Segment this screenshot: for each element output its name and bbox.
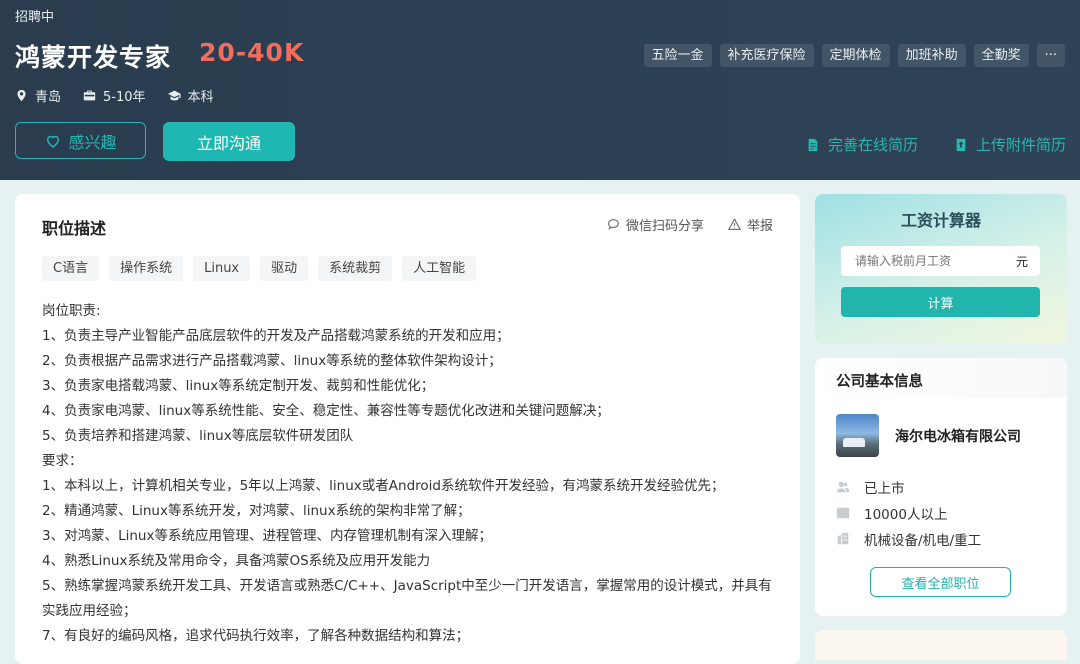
city-text: 青岛	[35, 90, 62, 105]
company-logo[interactable]	[836, 414, 879, 457]
document-icon	[808, 138, 818, 151]
people-icon	[836, 481, 850, 493]
next-sidebar-card	[815, 630, 1067, 660]
job-meta: 青岛 5-10年 本科	[15, 86, 214, 105]
meta-city: 青岛	[15, 86, 61, 105]
description-line: 7、有良好的编码风格，追求代码执行效率，了解各种数据结构和算法；	[42, 628, 470, 644]
building-icon	[837, 532, 849, 545]
salary-calculator-title: 工资计算器	[900, 211, 981, 230]
heart-icon	[47, 135, 60, 148]
interest-label: 感兴趣	[68, 132, 117, 152]
complete-online-resume-label: 完善在线简历	[827, 136, 918, 154]
company-size-row: 10000人以上	[836, 500, 981, 526]
company-industry: 机械设备/机电/重工	[864, 533, 982, 549]
company-size: 10000人以上	[864, 507, 948, 523]
skill-tag: Linux	[193, 256, 251, 281]
company-stage: 已上市	[864, 481, 905, 497]
resume-links: 完善在线简历 上传附件简历	[806, 134, 1066, 155]
wechat-share-button[interactable]: 微信扫码分享	[607, 215, 704, 234]
calculate-button[interactable]: 计算	[841, 287, 1040, 317]
pretax-salary-input[interactable]	[853, 253, 1007, 269]
view-all-jobs-button[interactable]: 查看全部职位	[870, 567, 1011, 597]
report-button[interactable]: 举报	[727, 215, 773, 234]
description-line: 1、负责主导产业智能产品底层软件的开发及产品搭载鸿蒙系统的开发和应用；	[42, 328, 510, 344]
experience-text: 5-10年	[103, 90, 146, 105]
card-actions: 微信扫码分享 举报	[607, 215, 773, 234]
description-line: 3、对鸿蒙、Linux等系统应用管理、进程管理、内存管理机制有深入理解；	[42, 528, 492, 544]
location-pin-icon	[17, 89, 26, 102]
description-line: 1、本科以上，计算机相关专业，5年以上鸿蒙、linux或者Android系统软件…	[42, 478, 725, 494]
wechat-share-label: 微信扫码分享	[625, 219, 704, 234]
description-line: 要求：	[42, 453, 83, 469]
description-line: 2、精通鸿蒙、Linux等系统开发，对鸿蒙、linux系统的架构非常了解；	[42, 503, 471, 519]
benefit-tag: 五险一金	[643, 44, 712, 67]
description-line: 3、负责家电搭载鸿蒙、linux等系统定制开发、裁剪和性能优化；	[42, 378, 435, 394]
briefcase-icon	[83, 90, 96, 101]
company-name[interactable]: 海尔电冰箱有限公司	[895, 426, 1021, 446]
currency-unit: 元	[1015, 254, 1028, 269]
meta-education: 本科	[167, 86, 214, 105]
company-info-card: 公司基本信息 海尔电冰箱有限公司 已上市 10000人以上 机械设备/机电/重工…	[815, 358, 1067, 616]
chat-bubble-icon	[607, 219, 619, 230]
skill-tag: 操作系统	[109, 256, 184, 281]
upload-file-icon	[956, 138, 966, 151]
job-header: 招聘中 鸿蒙开发专家 20-40K 青岛 5-10年 本科 五险一金 补充医疗保…	[0, 0, 1080, 180]
more-benefits-button[interactable]: ···	[1036, 44, 1065, 67]
graduation-cap-icon	[167, 90, 181, 101]
job-description-text: 岗位职责: 1、负责主导产业智能产品底层软件的开发及产品搭载鸿蒙系统的开发和应用…	[42, 299, 777, 649]
salary-input-wrapper: 元	[841, 246, 1040, 276]
description-line: 岗位职责:	[42, 303, 101, 319]
benefit-tag: 全勤奖	[973, 44, 1029, 67]
description-line: 2、负责根据产品需求进行产品搭载鸿蒙、linux等系统的整体软件架构设计；	[42, 353, 502, 369]
job-description-card: 职位描述 微信扫码分享 举报 C语言 操作系统 Linux 驱动 系统裁剪 人工…	[15, 194, 800, 664]
description-line: 5、熟练掌握鸿蒙系统开发工具、开发语言或熟悉C/C++、JavaScript中至…	[42, 578, 772, 619]
skill-tag: 人工智能	[402, 256, 477, 281]
education-text: 本科	[187, 90, 214, 105]
benefit-tag: 定期体检	[821, 44, 890, 67]
benefit-tag: 补充医疗保险	[719, 44, 814, 67]
chart-icon	[836, 507, 850, 519]
description-line: 4、负责家电鸿蒙、linux等系统性能、安全、稳定性、兼容性等专题优化改进和关键…	[42, 403, 610, 419]
benefit-tags: 五险一金 补充医疗保险 定期体检 加班补助 全勤奖 ···	[643, 44, 1065, 67]
interest-button[interactable]: 感兴趣	[15, 122, 146, 159]
recruiting-status: 招聘中	[15, 10, 55, 25]
warning-icon	[727, 218, 741, 230]
salary-calculator-card: 工资计算器 元 计算	[815, 194, 1067, 344]
company-stage-row: 已上市	[836, 474, 981, 500]
skill-tag: 系统裁剪	[318, 256, 393, 281]
company-industry-row: 机械设备/机电/重工	[836, 526, 981, 552]
salary-range: 20-40K	[199, 38, 305, 67]
complete-online-resume-link[interactable]: 完善在线简历	[806, 134, 918, 155]
upload-resume-link[interactable]: 上传附件简历	[954, 134, 1066, 155]
chat-now-button[interactable]: 立即沟通	[163, 122, 295, 161]
skill-tag: 驱动	[260, 256, 309, 281]
company-details: 已上市 10000人以上 机械设备/机电/重工	[836, 474, 981, 552]
meta-experience: 5-10年	[83, 86, 146, 105]
company-info-title: 公司基本信息	[836, 374, 923, 390]
upload-resume-label: 上传附件简历	[975, 136, 1066, 154]
skill-tag: C语言	[42, 256, 100, 281]
benefit-tag: 加班补助	[897, 44, 966, 67]
job-title: 鸿蒙开发专家	[15, 43, 172, 72]
logo-image-shape	[843, 438, 865, 447]
description-line: 5、负责培养和搭建鸿蒙、linux等底层软件研发团队	[42, 428, 354, 444]
report-label: 举报	[746, 219, 773, 234]
skill-tags: C语言 操作系统 Linux 驱动 系统裁剪 人工智能	[42, 256, 477, 281]
description-line: 4、熟悉Linux系统及常用命令，具备鸿蒙OS系统及应用开发能力	[42, 553, 431, 569]
job-description-title: 职位描述	[42, 219, 107, 238]
